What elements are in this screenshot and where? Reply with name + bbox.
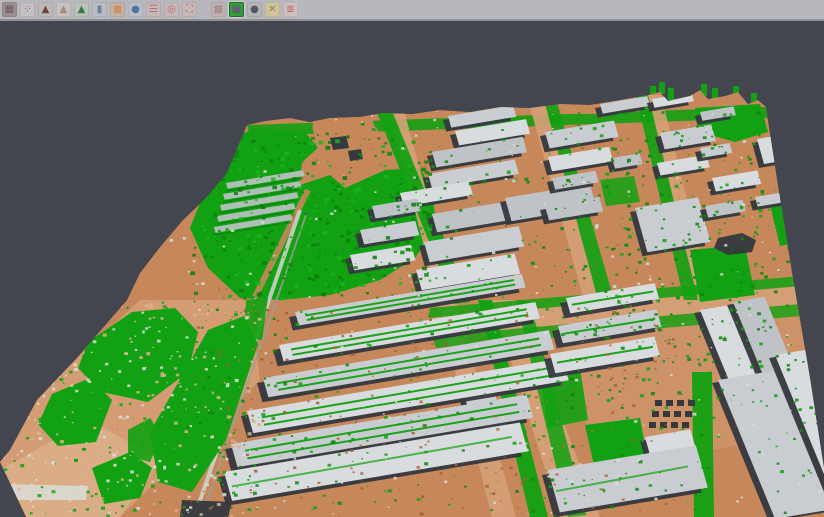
app-window: ▦⁘▲▲▲▮■●☰◎⛶▩▦●✕≣ bbox=[0, 0, 824, 517]
orthophoto-icon[interactable]: ■ bbox=[110, 2, 125, 17]
classification-icon[interactable]: ▦ bbox=[229, 2, 244, 17]
filter-icon[interactable]: ▩ bbox=[211, 2, 226, 17]
sphere-view-icon[interactable]: ● bbox=[247, 2, 262, 17]
main-toolbar: ▦⁘▲▲▲▮■●☰◎⛶▩▦●✕≣ bbox=[0, 0, 824, 21]
dem-icon[interactable]: ▲ bbox=[38, 2, 53, 17]
profile-icon[interactable]: ▮ bbox=[92, 2, 107, 17]
layers-icon[interactable]: ☰ bbox=[146, 2, 161, 17]
terrain-icon[interactable]: ▲ bbox=[74, 2, 89, 17]
color-points-icon[interactable]: ⁘ bbox=[20, 2, 35, 17]
annotate-icon[interactable]: ✕ bbox=[265, 2, 280, 17]
dataset-icon[interactable]: ▦ bbox=[2, 2, 17, 17]
dsm-icon[interactable]: ▲ bbox=[56, 2, 71, 17]
viewport-3d[interactable] bbox=[0, 0, 824, 517]
target-icon[interactable]: ◎ bbox=[164, 2, 179, 17]
zoom-extent-icon[interactable]: ⛶ bbox=[182, 2, 197, 17]
globe-icon[interactable]: ● bbox=[128, 2, 143, 17]
toolbar-separator bbox=[200, 2, 208, 17]
measure-icon[interactable]: ≣ bbox=[283, 2, 298, 17]
